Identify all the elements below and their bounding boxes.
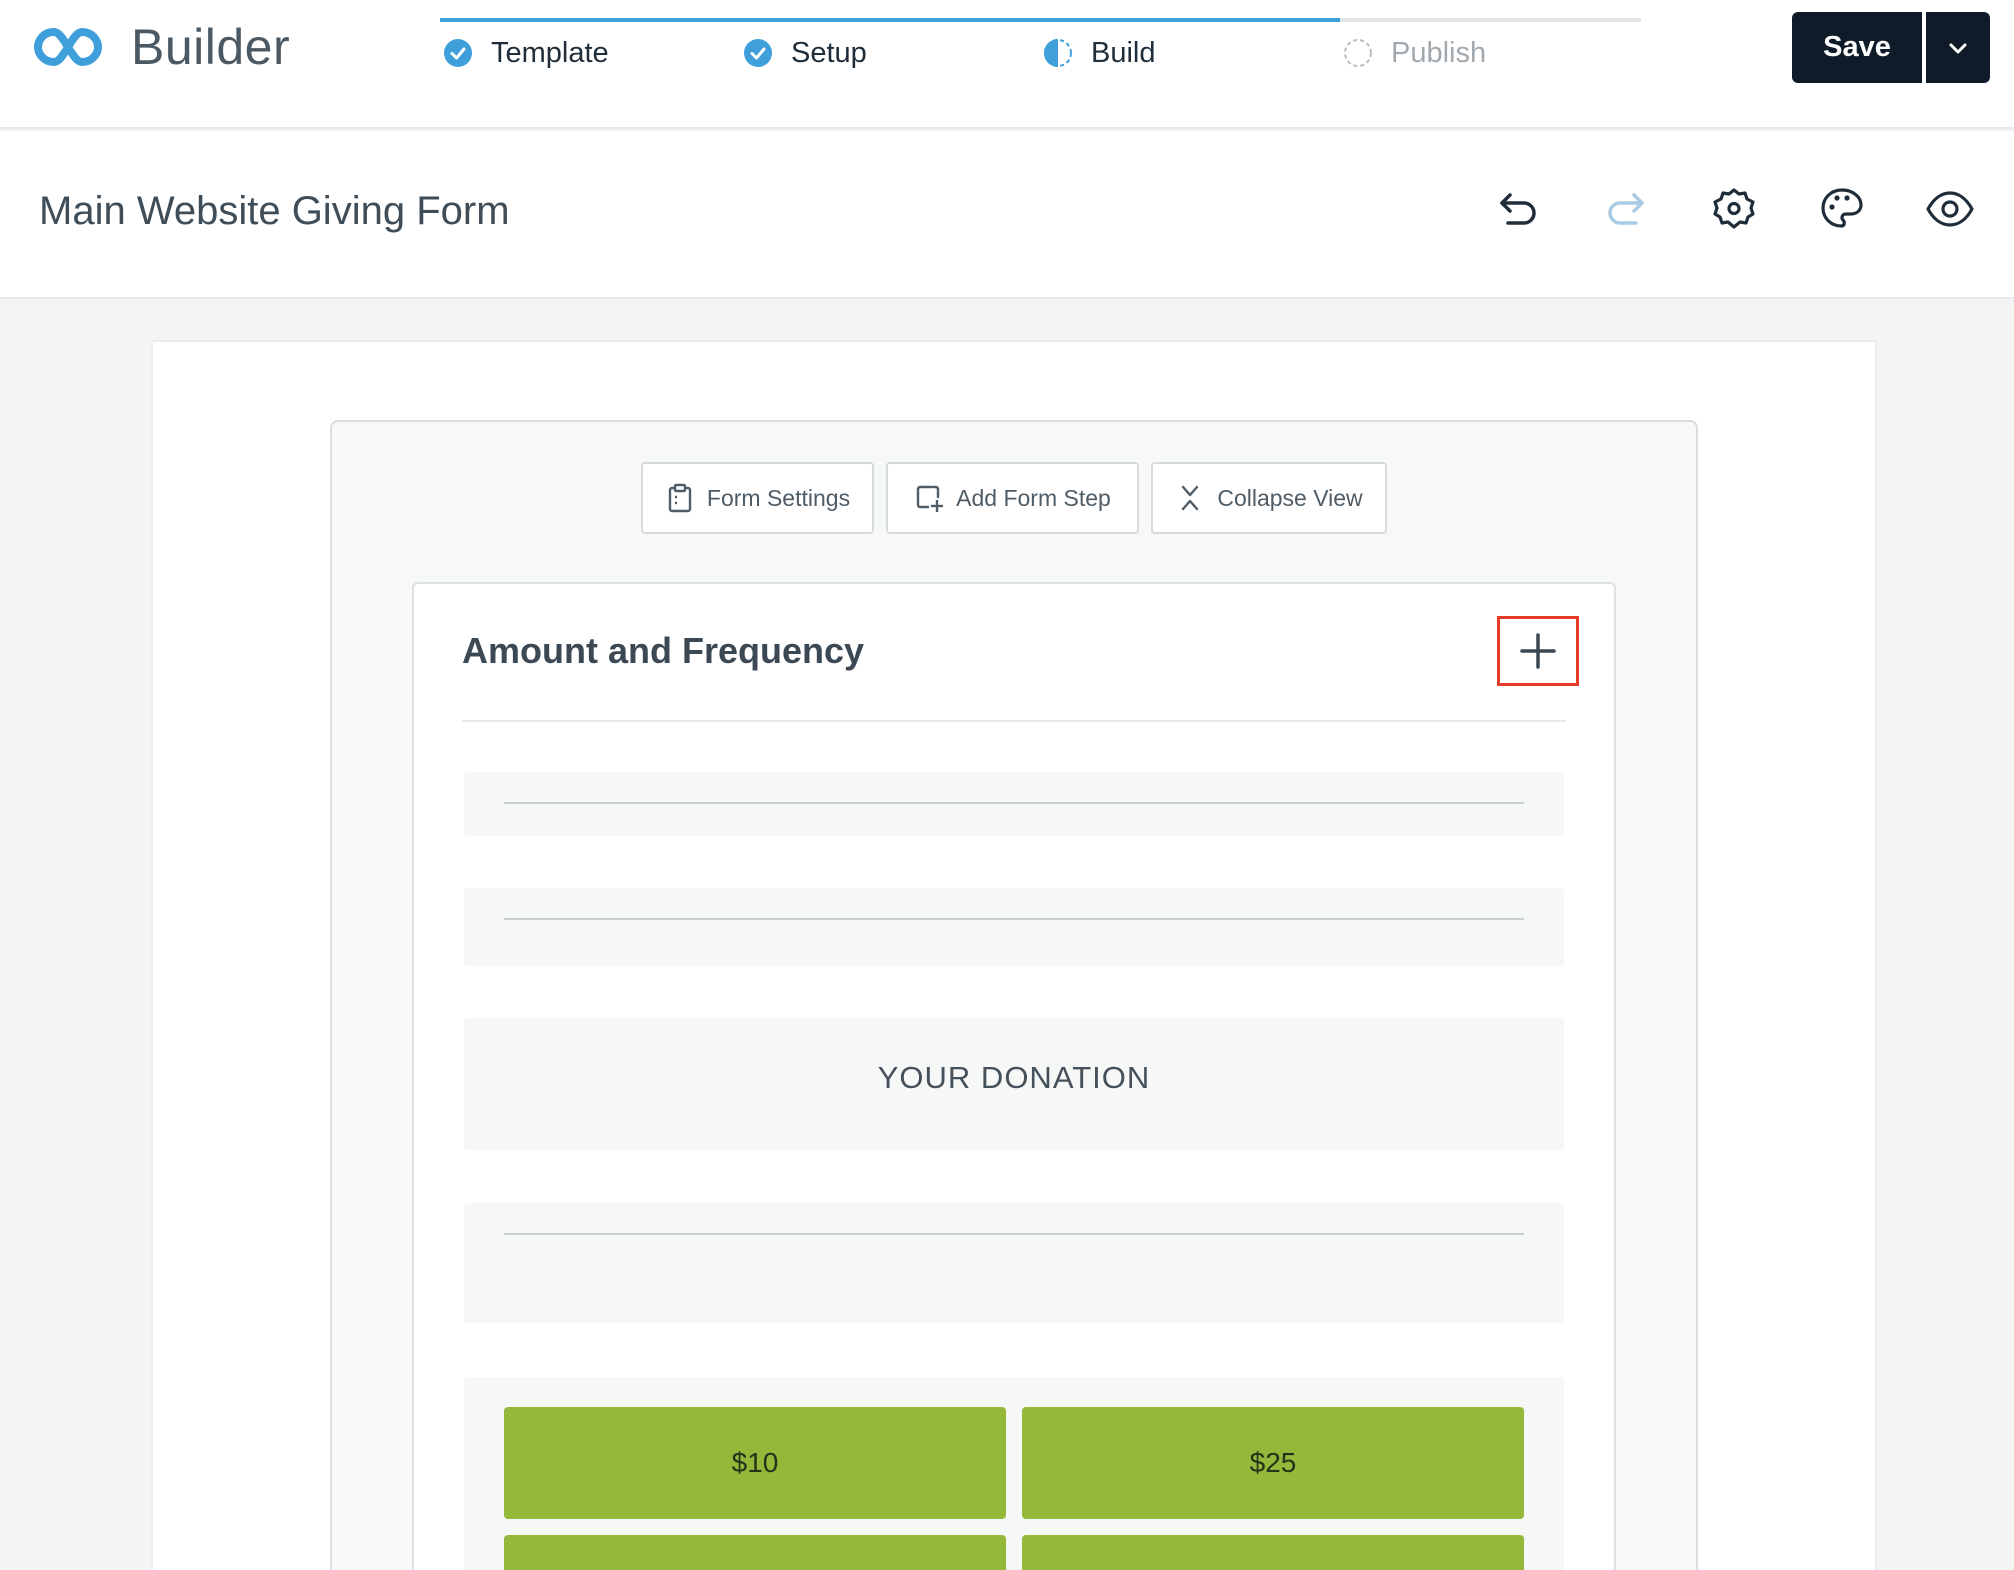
redo-button[interactable] [1598,181,1654,237]
amount-button-10[interactable]: $10 [504,1407,1006,1519]
settings-gear-icon [1713,188,1755,229]
donation-heading-block[interactable]: YOUR DONATION [464,1018,1564,1150]
step-setup[interactable]: Setup [743,36,867,70]
step-heading[interactable]: Amount and Frequency [462,630,864,672]
collapse-view-label: Collapse View [1217,484,1363,511]
undo-icon [1500,193,1536,225]
clipboard-icon [668,483,692,513]
step-label: Setup [791,36,867,69]
step-label: Publish [1391,36,1487,69]
form-block[interactable] [464,1203,1564,1323]
check-circle-icon [444,39,472,67]
collapse-view-button[interactable]: Collapse View [1151,462,1387,534]
chevron-down-icon [1949,43,1967,53]
form-title[interactable]: Main Website Giving Form [39,189,510,234]
step-build[interactable]: Build [1043,36,1156,70]
check-circle-icon [744,39,772,67]
save-button[interactable]: Save [1792,12,1922,83]
add-form-step-label: Add Form Step [956,484,1111,511]
add-step-icon [916,485,944,512]
half-circle-icon [1044,39,1072,67]
placeholder-line [504,918,1524,920]
amount-button[interactable] [504,1535,1006,1570]
undo-button[interactable] [1490,181,1546,237]
placeholder-line [504,1233,1524,1235]
step-template[interactable]: Template [443,36,609,70]
divider [462,720,1566,722]
step-label: Template [491,36,609,69]
brand-name: Builder [131,19,291,75]
form-block[interactable] [464,772,1564,836]
step-publish[interactable]: Publish [1343,36,1486,70]
palette-icon [1821,188,1863,228]
plus-icon [1520,633,1556,669]
donation-heading: YOUR DONATION [877,1060,1151,1095]
add-block-button[interactable] [1497,616,1579,686]
top-bar: Builder Template Setup Build Publish Sav… [0,0,2014,129]
collapse-icon [1182,485,1199,511]
amount-button[interactable] [1022,1535,1524,1570]
form-settings-label: Form Settings [706,484,851,511]
redo-icon [1608,193,1644,225]
add-form-step-button[interactable]: Add Form Step [886,462,1139,534]
title-bar: Main Website Giving Form [0,131,2014,299]
preview-eye-icon [1926,191,1974,227]
form-block[interactable] [464,888,1564,966]
settings-button[interactable] [1706,181,1762,237]
amount-button-25[interactable]: $25 [1022,1407,1524,1519]
preview-button[interactable] [1922,181,1978,237]
progress-fill [440,18,1340,22]
step-label: Build [1091,36,1156,69]
logo-icon [34,27,102,67]
save-options-button[interactable] [1926,12,1990,83]
design-button[interactable] [1814,181,1870,237]
form-settings-button[interactable]: Form Settings [641,462,874,534]
placeholder-line [504,802,1524,804]
dashed-circle-icon [1344,39,1372,67]
